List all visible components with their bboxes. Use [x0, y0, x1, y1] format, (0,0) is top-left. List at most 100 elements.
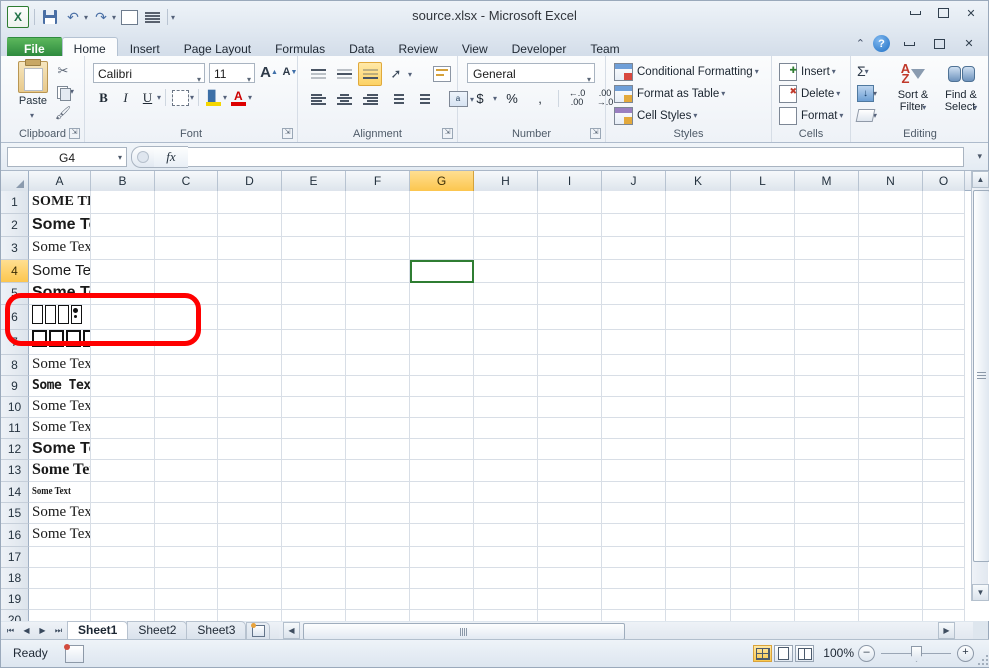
cell-E20[interactable]	[282, 610, 346, 621]
cell-H4[interactable]	[474, 260, 538, 283]
cell-K6[interactable]	[666, 305, 731, 330]
fill-button[interactable]: ↓ ▾	[857, 82, 885, 104]
cell-B13[interactable]	[91, 460, 155, 482]
resize-grip-icon[interactable]	[978, 655, 988, 665]
insert-worksheet-button[interactable]	[246, 622, 270, 639]
cell-A20[interactable]	[29, 610, 91, 621]
cell-F17[interactable]	[346, 547, 410, 568]
cell-M1[interactable]	[795, 191, 859, 214]
close-button[interactable]: ✕	[960, 5, 982, 21]
cell-O16[interactable]	[923, 524, 965, 547]
doc-restore-button[interactable]	[928, 36, 950, 52]
next-sheet-button[interactable]: ▶	[35, 623, 50, 638]
cell-O11[interactable]	[923, 418, 965, 439]
increase-decimal-button[interactable]: ←.0.00	[564, 87, 590, 109]
cell-B10[interactable]	[91, 397, 155, 418]
cell-C18[interactable]	[155, 568, 218, 589]
cell-N6[interactable]	[859, 305, 923, 330]
cell-K13[interactable]	[666, 460, 731, 482]
increase-indent-button[interactable]	[410, 87, 434, 111]
column-header-C[interactable]: C	[155, 171, 218, 191]
cell-D20[interactable]	[218, 610, 282, 621]
cell-C16[interactable]	[155, 524, 218, 547]
cell-D4[interactable]	[218, 260, 282, 283]
cell-K20[interactable]	[666, 610, 731, 621]
cell-G13[interactable]	[410, 460, 474, 482]
cell-F14[interactable]	[346, 482, 410, 503]
autosum-dropdown-icon[interactable]: ▾	[865, 67, 869, 76]
tab-file[interactable]: File	[7, 37, 62, 56]
scroll-left-button[interactable]: ◀	[283, 622, 300, 639]
cell-L19[interactable]	[731, 589, 795, 610]
cell-B20[interactable]	[91, 610, 155, 621]
cell-A5[interactable]: Some Text	[29, 283, 91, 305]
doc-minimize-button[interactable]	[898, 36, 920, 52]
cell-F10[interactable]	[346, 397, 410, 418]
cell-K19[interactable]	[666, 589, 731, 610]
cell-G16[interactable]	[410, 524, 474, 547]
cell-H8[interactable]	[474, 355, 538, 376]
cell-H7[interactable]	[474, 330, 538, 355]
format-as-table-button[interactable]: Format as Table ▾	[614, 83, 725, 104]
cell-E4[interactable]	[282, 260, 346, 283]
row-header-17[interactable]: 17	[1, 547, 29, 568]
cell-I10[interactable]	[538, 397, 602, 418]
cell-A11[interactable]: Some Text	[29, 418, 91, 439]
cell-K14[interactable]	[666, 482, 731, 503]
cell-E7[interactable]	[282, 330, 346, 355]
cell-M15[interactable]	[795, 503, 859, 524]
cell-H13[interactable]	[474, 460, 538, 482]
column-header-B[interactable]: B	[91, 171, 155, 191]
cell-M19[interactable]	[795, 589, 859, 610]
format-as-table-dropdown-icon[interactable]: ▾	[721, 89, 725, 98]
cell-F20[interactable]	[346, 610, 410, 621]
cell-B12[interactable]	[91, 439, 155, 460]
cell-L8[interactable]	[731, 355, 795, 376]
vertical-scrollbar[interactable]: ▲ ▼	[971, 171, 988, 601]
cell-M11[interactable]	[795, 418, 859, 439]
cell-B1[interactable]	[91, 191, 155, 214]
cell-L4[interactable]	[731, 260, 795, 283]
cell-B8[interactable]	[91, 355, 155, 376]
cell-G4[interactable]	[410, 260, 474, 283]
comma-button[interactable]: ,	[527, 87, 553, 109]
delete-dropdown-icon[interactable]: ▾	[836, 89, 840, 98]
cell-N13[interactable]	[859, 460, 923, 482]
cell-N17[interactable]	[859, 547, 923, 568]
cell-D19[interactable]	[218, 589, 282, 610]
cell-H3[interactable]	[474, 237, 538, 260]
tab-review[interactable]: Review	[386, 37, 449, 56]
cell-N18[interactable]	[859, 568, 923, 589]
cell-G12[interactable]	[410, 439, 474, 460]
row-header-11[interactable]: 11	[1, 418, 29, 439]
cell-K8[interactable]	[666, 355, 731, 376]
wrap-text-button[interactable]	[430, 62, 454, 86]
cell-H16[interactable]	[474, 524, 538, 547]
cell-D5[interactable]	[218, 283, 282, 305]
row-header-20[interactable]: 20	[1, 610, 29, 621]
cell-O2[interactable]	[923, 214, 965, 237]
cell-E16[interactable]	[282, 524, 346, 547]
cell-D3[interactable]	[218, 237, 282, 260]
cell-C2[interactable]	[155, 214, 218, 237]
cell-K5[interactable]	[666, 283, 731, 305]
cell-I7[interactable]	[538, 330, 602, 355]
insert-function-icon[interactable]: fx	[154, 146, 188, 168]
cell-L12[interactable]	[731, 439, 795, 460]
cell-M3[interactable]	[795, 237, 859, 260]
cell-B14[interactable]	[91, 482, 155, 503]
cell-F3[interactable]	[346, 237, 410, 260]
autosum-button[interactable]: Σ ▾	[857, 60, 885, 82]
cell-N10[interactable]	[859, 397, 923, 418]
align-center-button[interactable]	[332, 87, 356, 111]
cell-G20[interactable]	[410, 610, 474, 621]
cell-K1[interactable]	[666, 191, 731, 214]
cell-N4[interactable]	[859, 260, 923, 283]
column-header-E[interactable]: E	[282, 171, 346, 191]
tab-page-layout[interactable]: Page Layout	[172, 37, 263, 56]
cell-F19[interactable]	[346, 589, 410, 610]
cell-B7[interactable]	[91, 330, 155, 355]
cell-L1[interactable]	[731, 191, 795, 214]
cell-I20[interactable]	[538, 610, 602, 621]
cell-C12[interactable]	[155, 439, 218, 460]
